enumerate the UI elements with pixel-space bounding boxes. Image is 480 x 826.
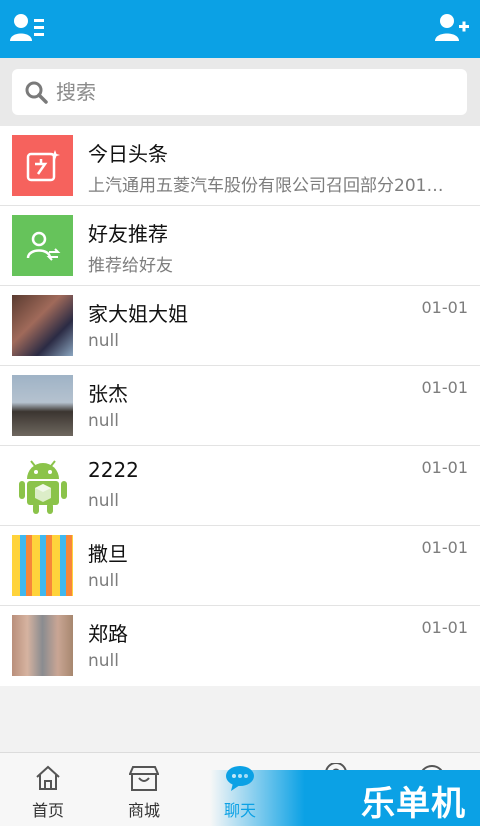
search-input[interactable] [56, 80, 436, 104]
conversation-title: 今日头条 [88, 142, 168, 166]
avatar [12, 375, 73, 436]
contacts-button[interactable] [8, 10, 48, 46]
conversation-preview: null [88, 411, 119, 431]
add-friend-button[interactable] [432, 10, 472, 46]
conversation-item-recommend[interactable]: 好友推荐 推荐给好友 [0, 206, 480, 286]
add-friend-icon [435, 14, 469, 41]
conversation-title: 2222 [88, 458, 139, 482]
android-icon [12, 455, 73, 516]
conversation-item-news[interactable]: 今日头条 上汽通用五菱汽车股份有限公司召回部分201… [0, 126, 480, 206]
conversation-time: 01-01 [421, 458, 469, 477]
tab-home[interactable]: 首页 [0, 753, 96, 826]
conversation-time: 01-01 [421, 538, 469, 557]
conversation-time: 01-01 [421, 618, 469, 637]
news-icon [12, 135, 73, 196]
tab-store[interactable]: 商城 [96, 753, 192, 826]
conversation-title: 张杰 [88, 382, 128, 406]
conversation-item[interactable]: 撒旦 null 01-01 [0, 526, 480, 606]
top-bar [0, 0, 480, 58]
conversation-preview: null [88, 651, 119, 671]
conversation-preview: null [88, 491, 119, 511]
conversation-item[interactable]: 2222 null 01-01 [0, 446, 480, 526]
conversation-time: 01-01 [421, 298, 469, 317]
conversation-preview: null [88, 331, 119, 351]
conversation-item[interactable]: 张杰 null 01-01 [0, 366, 480, 446]
conversation-preview: null [88, 571, 119, 591]
conversation-preview: 上汽通用五菱汽车股份有限公司召回部分201… [88, 176, 444, 196]
watermark-banner: 乐单机 [210, 770, 480, 826]
tab-label: 首页 [31, 801, 64, 820]
conversation-title: 撒旦 [88, 542, 128, 566]
avatar [12, 535, 73, 596]
search-area [0, 58, 480, 126]
store-icon [129, 763, 159, 793]
search-icon [22, 78, 50, 106]
conversation-title: 家大姐大姐 [88, 302, 188, 326]
tab-label: 商城 [127, 801, 160, 820]
recommend-friend-icon [12, 215, 73, 276]
conversation-title: 郑路 [88, 622, 128, 646]
conversation-preview: 推荐给好友 [88, 256, 173, 276]
home-icon [33, 763, 63, 793]
conversation-title: 好友推荐 [88, 222, 168, 246]
avatar [12, 295, 73, 356]
watermark-text: 乐单机 [361, 784, 466, 824]
contacts-list-icon [10, 14, 44, 41]
conversation-item[interactable]: 郑路 null 01-01 [0, 606, 480, 686]
conversation-list: 今日头条 上汽通用五菱汽车股份有限公司召回部分201… 好友推荐 推荐给好友 家… [0, 126, 480, 686]
avatar [12, 615, 73, 676]
conversation-time: 01-01 [421, 378, 469, 397]
search-box[interactable] [12, 69, 467, 115]
conversation-item[interactable]: 家大姐大姐 null 01-01 [0, 286, 480, 366]
